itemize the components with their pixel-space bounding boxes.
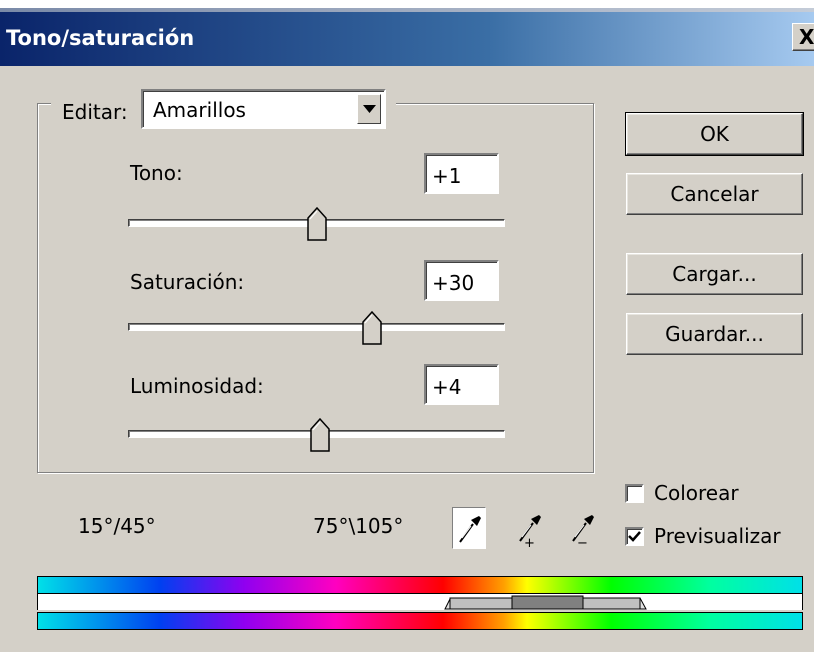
chevron-down-icon [363,105,376,113]
saturation-label: Saturación: [130,270,245,294]
hue-slider-thumb[interactable] [307,207,327,241]
top-edge [0,0,814,12]
edit-dropdown[interactable]: Amarillos [141,89,386,129]
eyedropper-minus-icon: − [572,515,594,549]
hue-saturation-dialog: Tono/saturación X Editar: Amarillos Tono… [0,0,814,652]
eyedropper-plus-icon: + [519,515,541,549]
svg-text:−: − [577,536,588,549]
preview-label: Previsualizar [654,524,781,548]
range-slider-graphic [444,595,647,610]
title-bar[interactable]: Tono/saturación X [0,12,814,66]
edit-dropdown-value: Amarillos [153,98,246,122]
colorize-label: Colorear [654,481,739,505]
colorize-checkbox[interactable] [625,484,644,503]
window-title: Tono/saturación [6,26,195,50]
cancel-button[interactable]: Cancelar [626,173,803,215]
close-button[interactable]: X [792,23,814,51]
load-button[interactable]: Cargar... [626,253,803,295]
preview-checkbox[interactable] [625,527,644,546]
dropdown-arrow-button[interactable] [357,94,381,124]
eyedropper-button[interactable] [452,507,486,549]
save-button[interactable]: Guardar... [626,313,803,355]
eyedropper-icon [459,516,481,543]
lightness-value-field[interactable]: +4 [424,364,499,405]
checkmark-icon [628,531,641,542]
svg-text:+: + [524,536,535,549]
range-right-value: 75°\105° [313,514,404,538]
lightness-label: Luminosidad: [130,374,264,398]
saturation-slider-thumb[interactable] [362,311,382,345]
input-spectrum-bar [37,576,803,594]
output-spectrum-bar [37,612,803,630]
range-selector[interactable] [37,594,803,610]
hue-value-field[interactable]: +1 [424,153,499,194]
edit-label: Editar: [62,100,128,124]
ok-button[interactable]: OK [625,112,804,156]
hue-label: Tono: [130,161,183,185]
saturation-slider-track[interactable] [128,323,505,331]
saturation-value-field[interactable]: +30 [424,260,499,301]
eyedropper-minus-button[interactable]: − [565,507,599,549]
eyedropper-plus-button[interactable]: + [512,507,546,549]
lightness-slider-thumb[interactable] [310,418,330,452]
range-left-value: 15°/45° [78,514,156,538]
